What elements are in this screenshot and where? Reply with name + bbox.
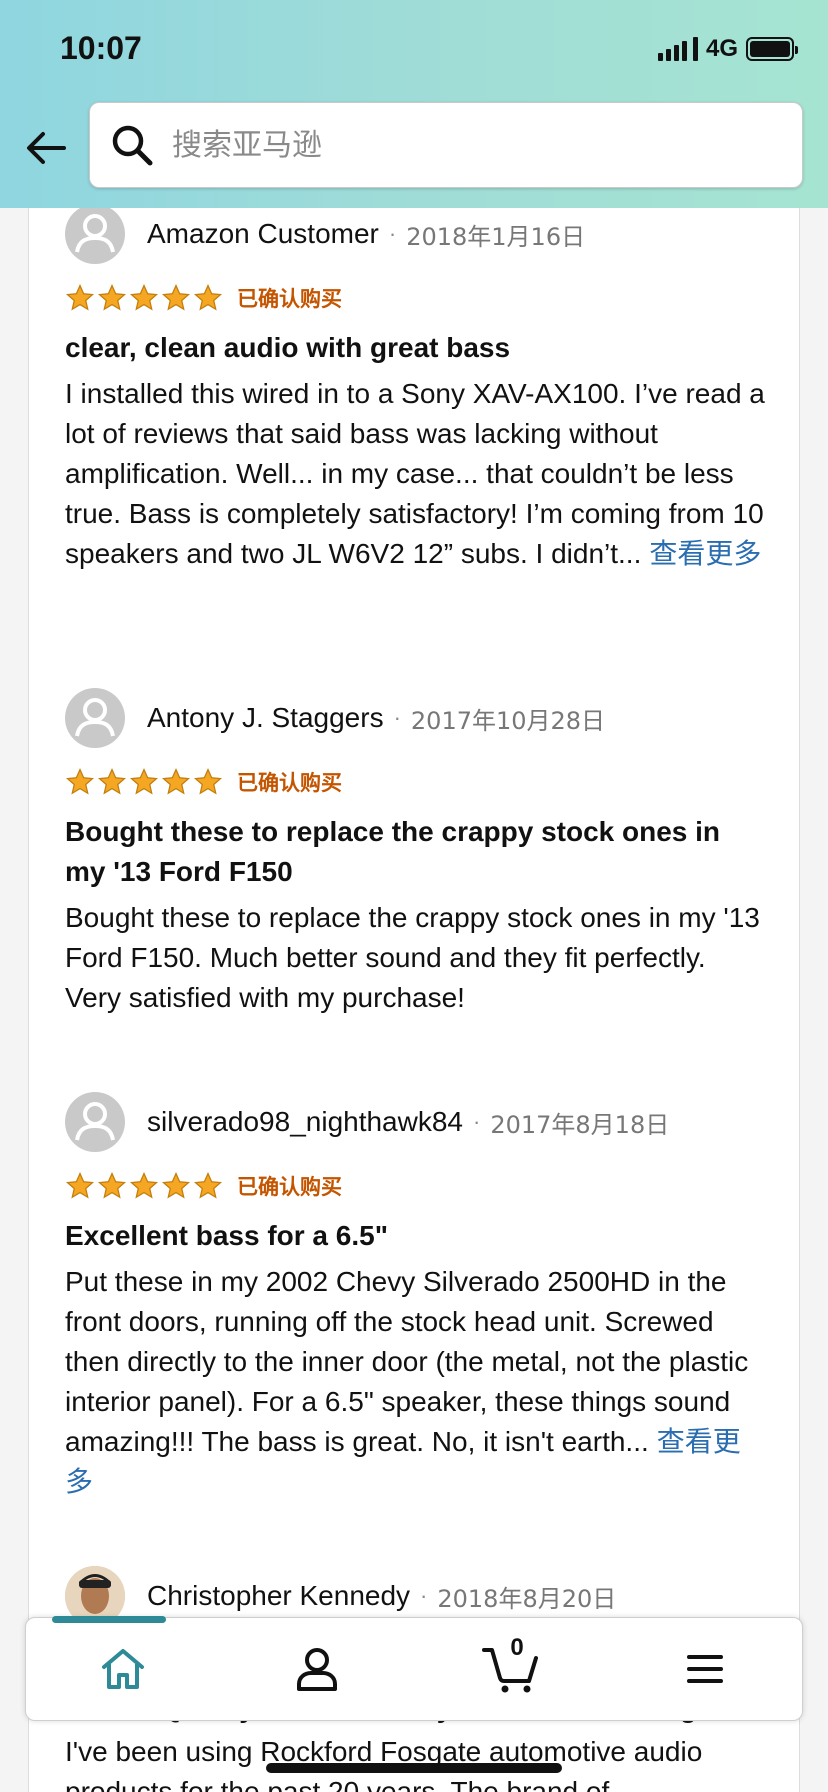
review-date: 2017年8月18日 xyxy=(490,1110,670,1139)
review-header: silverado98_nighthawk84 · 2017年8月18日 xyxy=(65,1090,765,1154)
cart-count-badge: 0 xyxy=(510,1634,524,1661)
separator-dot: · xyxy=(473,1109,481,1134)
review-header: Antony J. Staggers · 2017年10月28日 xyxy=(65,686,765,750)
home-icon xyxy=(102,1649,144,1689)
star-icon xyxy=(193,767,223,795)
star-icon xyxy=(193,1171,223,1199)
star-icon xyxy=(65,1171,95,1199)
verified-purchase-badge: 已确认购买 xyxy=(237,1175,342,1199)
verified-purchase-badge: 已确认购买 xyxy=(237,771,342,795)
verified-purchase-badge: 已确认购买 xyxy=(237,287,342,311)
nav-home[interactable] xyxy=(73,1624,173,1714)
network-type: 4G xyxy=(705,35,738,62)
separator-dot: · xyxy=(388,221,397,246)
search-bar[interactable] xyxy=(89,102,803,188)
search-input[interactable] xyxy=(172,127,732,163)
star-icon xyxy=(97,767,127,795)
signal-icon xyxy=(657,37,698,61)
avatar[interactable] xyxy=(65,1092,125,1152)
review-title: clear, clean audio with great bass xyxy=(65,332,511,363)
star-icon xyxy=(129,283,159,311)
account-icon xyxy=(297,1648,337,1691)
review-author[interactable]: Antony J. Staggers xyxy=(147,702,384,734)
star-rating xyxy=(65,767,223,797)
review-date: 2017年10月28日 xyxy=(410,706,606,735)
reviews-list: Amazon Customer · 2018年1月16日 已确认购买 clear… xyxy=(28,208,800,1792)
separator-dot: · xyxy=(420,1583,428,1608)
review-author[interactable]: Christopher Kennedy xyxy=(147,1580,410,1612)
star-icon xyxy=(193,283,223,311)
review-author[interactable]: Amazon Customer xyxy=(147,218,379,250)
user-silhouette-icon xyxy=(75,214,115,253)
review-title: Excellent bass for a 6.5" xyxy=(65,1220,388,1251)
review-date: 2018年1月16日 xyxy=(406,222,586,251)
star-icon xyxy=(161,1171,191,1199)
rating-row: 已确认购买 xyxy=(65,1166,765,1206)
review-body-text: Put these in my 2002 Chevy Silverado 250… xyxy=(65,1266,749,1457)
active-tab-indicator xyxy=(52,1616,166,1623)
review-body: I installed this wired in to a Sony XAV-… xyxy=(65,374,765,574)
review-card: Antony J. Staggers · 2017年10月28日 已确认购买 B… xyxy=(65,686,765,1018)
review-card: silverado98_nighthawk84 · 2017年8月18日 已确认… xyxy=(65,1090,765,1502)
see-more-link[interactable]: 查看更多 xyxy=(649,537,761,570)
separator-dot: · xyxy=(393,705,401,730)
star-icon xyxy=(129,1171,159,1199)
review-title: Bought these to replace the crappy stock… xyxy=(65,816,721,887)
bottom-nav: 0 xyxy=(25,1617,803,1721)
status-time: 10:07 xyxy=(60,30,142,66)
review-body: Bought these to replace the crappy stock… xyxy=(65,902,760,1013)
rating-row: 已确认购买 xyxy=(65,762,765,802)
nav-account[interactable] xyxy=(267,1624,367,1714)
review-body: I've been using Rockford Fosgate automot… xyxy=(65,1736,703,1792)
star-rating xyxy=(65,1171,223,1201)
avatar[interactable] xyxy=(65,208,125,264)
star-icon xyxy=(97,1171,127,1199)
nav-menu[interactable] xyxy=(655,1624,755,1714)
review-body: Put these in my 2002 Chevy Silverado 250… xyxy=(65,1262,765,1502)
star-icon xyxy=(129,767,159,795)
star-icon xyxy=(161,767,191,795)
battery-icon xyxy=(746,37,798,61)
review-author[interactable]: silverado98_nighthawk84 xyxy=(147,1106,463,1138)
back-button[interactable] xyxy=(22,118,70,178)
user-silhouette-icon xyxy=(75,698,115,737)
star-icon xyxy=(97,283,127,311)
star-icon xyxy=(65,283,95,311)
header: 10:07 4G xyxy=(0,0,828,208)
review-header: Amazon Customer · 2018年1月16日 xyxy=(65,208,765,266)
rating-row: 已确认购买 xyxy=(65,278,765,318)
home-indicator[interactable] xyxy=(266,1763,562,1773)
status-icons: 4G xyxy=(657,34,798,64)
back-arrow-icon xyxy=(27,132,66,164)
avatar[interactable] xyxy=(65,688,125,748)
review-date: 2018年8月20日 xyxy=(437,1584,617,1613)
review-card: Amazon Customer · 2018年1月16日 已确认购买 clear… xyxy=(65,208,765,574)
star-rating xyxy=(65,283,223,313)
nav-cart[interactable]: 0 xyxy=(461,1624,561,1714)
search-icon xyxy=(112,125,153,166)
user-silhouette-icon xyxy=(75,1102,115,1141)
star-icon xyxy=(161,283,191,311)
menu-icon xyxy=(687,1655,723,1683)
star-icon xyxy=(65,767,95,795)
